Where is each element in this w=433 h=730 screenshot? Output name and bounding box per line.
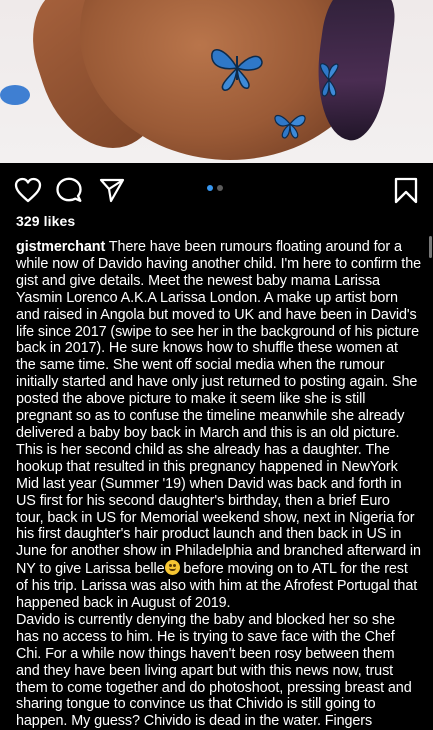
caption-text: There have been rumours floating around …: [16, 239, 421, 578]
post-photo[interactable]: [0, 0, 433, 163]
paper-plane-icon[interactable]: [99, 177, 125, 203]
carousel-dot-active: [207, 185, 213, 191]
scrollbar[interactable]: [429, 236, 432, 258]
smiling-face-emoji: [164, 560, 180, 576]
caption-paragraph: gistmerchant There have been rumours flo…: [16, 239, 421, 612]
comment-bubble-icon[interactable]: [56, 177, 82, 203]
blue-flower-decor: [0, 85, 30, 105]
heart-icon[interactable]: [14, 177, 42, 203]
caption-paragraph: Davido is currently denying the baby and…: [16, 611, 412, 730]
butterfly-icon: [211, 48, 263, 91]
post-caption: gistmerchant There have been rumours flo…: [16, 239, 421, 730]
butterfly-icon: [319, 63, 339, 97]
username-link[interactable]: gistmerchant: [16, 239, 105, 255]
carousel-indicator: [207, 185, 223, 191]
butterfly-icon: [274, 114, 306, 139]
carousel-dot: [217, 185, 223, 191]
likes-count[interactable]: 329 likes: [16, 213, 75, 229]
bookmark-icon[interactable]: [394, 177, 418, 205]
